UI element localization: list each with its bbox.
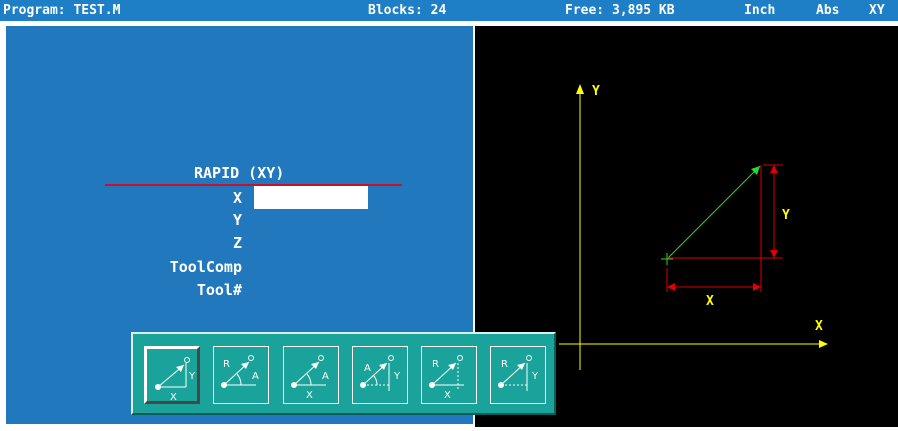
block-count: Blocks: 24 — [368, 3, 447, 18]
svg-text:Y: Y — [188, 371, 196, 382]
field-label-toolcomp: ToolComp — [169, 258, 242, 276]
rapid-radius-y-button[interactable]: R Y — [490, 346, 546, 404]
x-dimension-arrow-right — [753, 283, 761, 291]
y-dimension-label: Y — [782, 208, 790, 223]
rapid-angle-y-button[interactable]: A Y — [352, 346, 408, 404]
status-bar: Program: TEST.M Blocks: 24 Free: 3,895 K… — [0, 0, 898, 21]
y-axis-label: Y — [592, 84, 600, 99]
rapid-radius-x-icon: R X — [429, 355, 464, 401]
svg-text:Y: Y — [531, 371, 539, 382]
rapid-radius-x-button[interactable]: R X — [421, 346, 477, 404]
program-name: Program: TEST.M — [3, 3, 121, 18]
field-label-y: Y — [232, 211, 242, 229]
x-dimension-arrow-left — [667, 283, 675, 291]
rapid-radius-angle-icon: R A — [221, 355, 259, 388]
x-input[interactable] — [254, 186, 368, 209]
rapid-mode-toolbar: Y X R A A X A Y R X R Y — [131, 332, 556, 415]
x-axis-label: X — [815, 319, 823, 334]
svg-text:X: X — [170, 392, 177, 403]
y-dimension-arrow-bottom — [770, 250, 778, 258]
svg-text:Y: Y — [393, 371, 401, 382]
svg-text:X: X — [444, 390, 451, 401]
rapid-radius-angle-button[interactable]: R A — [213, 346, 269, 404]
rapid-move-line — [666, 165, 761, 260]
rapid-xy-icon: Y X — [155, 357, 196, 403]
free-memory: Free: 3,895 KB — [565, 3, 675, 18]
field-label-x: X — [232, 189, 242, 207]
form-title: RAPID (XY) — [194, 164, 285, 182]
svg-text:R: R — [501, 359, 508, 370]
svg-text:A: A — [364, 363, 371, 374]
svg-text:R: R — [223, 359, 230, 370]
rapid-x-angle-icon: A X — [291, 355, 329, 401]
y-dimension-arrow-top — [770, 165, 778, 173]
svg-text:X: X — [306, 390, 313, 401]
units-indicator: Inch — [744, 3, 776, 18]
rapid-xy-button[interactable]: Y X — [144, 346, 200, 404]
svg-text:A: A — [252, 371, 259, 382]
svg-text:A: A — [322, 371, 329, 382]
rapid-radius-y-icon: R Y — [498, 355, 539, 391]
field-label-tool-number: Tool# — [196, 281, 242, 299]
svg-text:R: R — [432, 359, 439, 370]
y-axis-arrow — [576, 84, 584, 94]
x-axis-arrow — [819, 340, 828, 348]
rapid-x-angle-button[interactable]: A X — [283, 346, 339, 404]
mode-indicator: Abs — [816, 3, 840, 18]
rapid-angle-y-icon: A Y — [360, 355, 401, 391]
field-label-z: Z — [232, 234, 242, 252]
plane-indicator: XY — [869, 3, 885, 18]
x-dimension-label: X — [706, 294, 714, 309]
